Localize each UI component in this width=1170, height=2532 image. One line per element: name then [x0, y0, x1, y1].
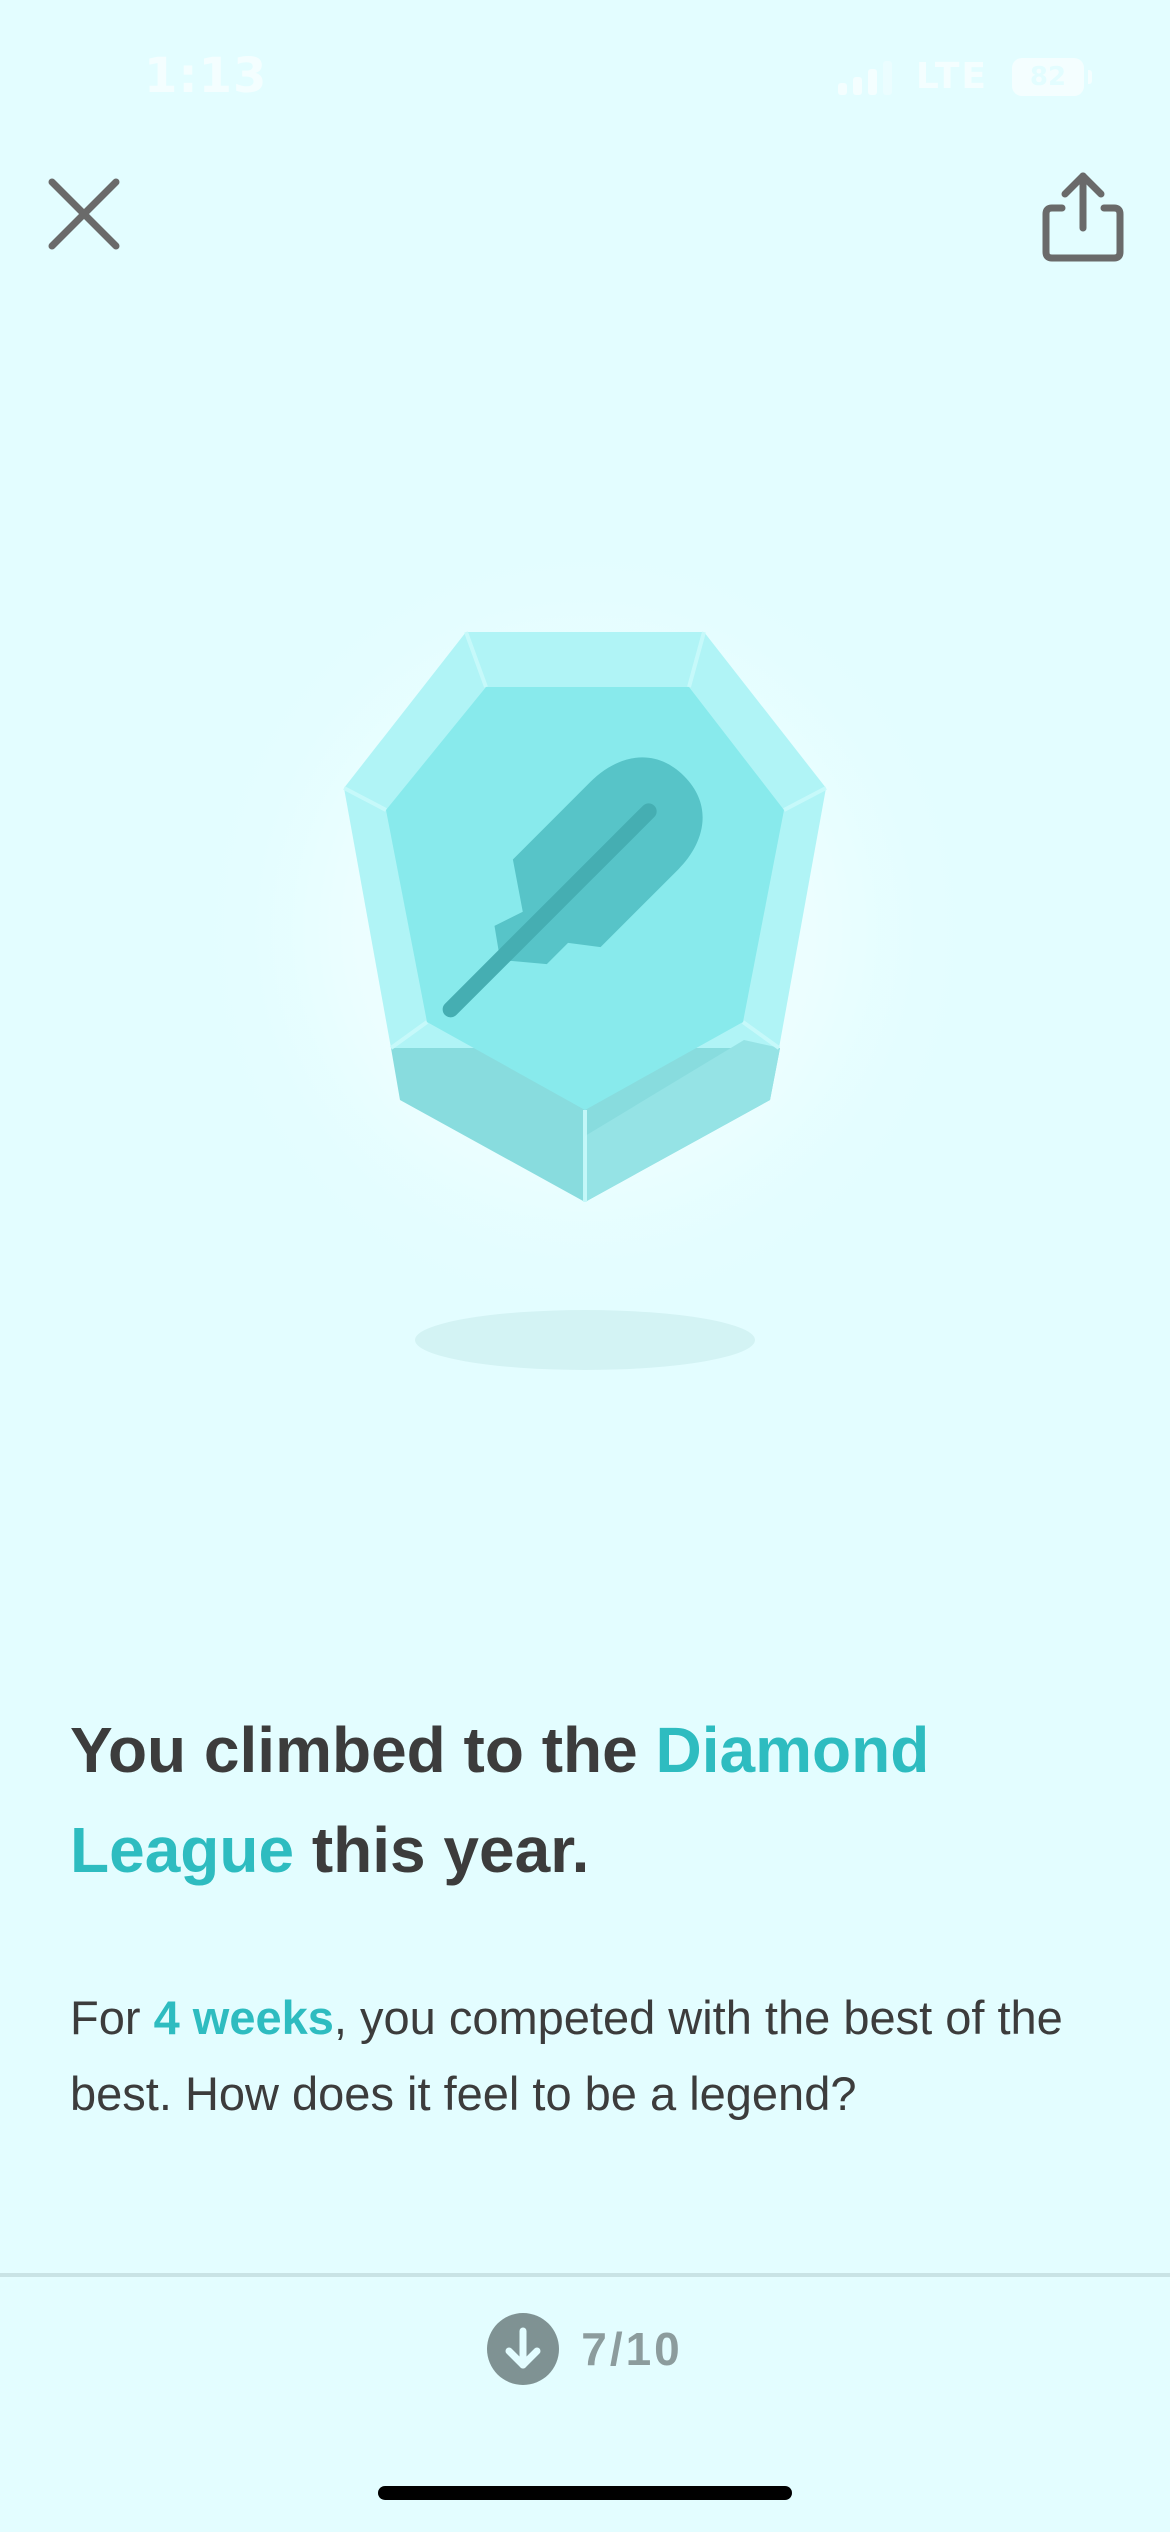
- status-indicators: LTE 82: [837, 56, 1092, 97]
- subtext-part-1: For: [70, 1991, 154, 2044]
- next-page-button[interactable]: [487, 2313, 560, 2385]
- home-indicator[interactable]: [378, 2486, 792, 2500]
- page-indicator: 7/10: [581, 2323, 683, 2375]
- diamond-league-badge-icon: [185, 530, 985, 1370]
- network-type: LTE: [915, 56, 988, 97]
- pager: 7/10: [0, 2312, 1170, 2386]
- close-button[interactable]: [42, 172, 126, 256]
- headline-part-2: this year.: [294, 1814, 590, 1886]
- close-icon: [48, 178, 120, 250]
- share-icon: [1042, 172, 1124, 262]
- headline: You climbed to the Diamond League this y…: [70, 1700, 1110, 1900]
- signal-icon: [837, 59, 892, 95]
- headline-part-1: You climbed to the: [70, 1714, 656, 1786]
- share-button[interactable]: [1038, 168, 1128, 264]
- battery-icon: 82: [1012, 57, 1092, 96]
- status-bar: 1:13 LTE 82: [0, 0, 1170, 150]
- battery-level: 82: [1029, 61, 1067, 92]
- subtext-highlight: 4 weeks: [153, 1991, 334, 2044]
- subtext: For 4 weeks, you competed with the best …: [70, 1980, 1120, 2132]
- status-time: 1:13: [144, 48, 268, 104]
- divider: [0, 2273, 1170, 2277]
- arrow-down-icon: [505, 2327, 541, 2369]
- hero-badge: [0, 530, 1170, 1440]
